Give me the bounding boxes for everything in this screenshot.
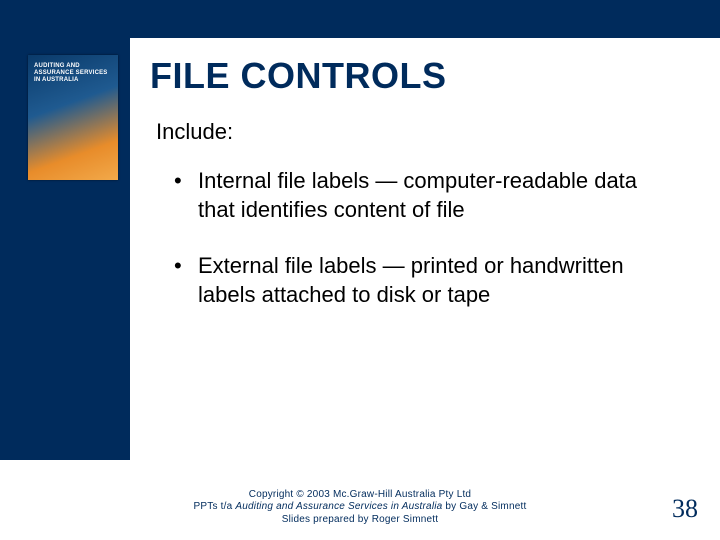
slide: AUDITING AND ASSURANCE SERVICES IN AUSTR… xyxy=(0,0,720,540)
footer-text: PPTs t/a xyxy=(194,501,236,512)
footer-text: by Gay & Simnett xyxy=(442,501,526,512)
footer-text: 2003 Mc.Graw-Hill Australia Pty Ltd xyxy=(304,489,471,500)
copyright-icon: © xyxy=(296,489,304,500)
footer-text: Slides prepared by Roger Simnett xyxy=(0,514,720,527)
intro-text: Include: xyxy=(156,119,680,145)
footer-text: Copyright xyxy=(249,489,297,500)
copyright-footer: Copyright © 2003 Mc.Graw-Hill Australia … xyxy=(0,489,720,527)
bullet-item: Internal file labels — computer-readable… xyxy=(174,167,680,252)
content-area: FILE CONTROLS Include: Internal file lab… xyxy=(150,55,680,337)
book-cover-title: AUDITING AND ASSURANCE SERVICES IN AUSTR… xyxy=(28,55,118,85)
book-cover-image: AUDITING AND ASSURANCE SERVICES IN AUSTR… xyxy=(28,55,118,180)
page-number: 38 xyxy=(672,494,698,524)
bullet-item: External file labels — printed or handwr… xyxy=(174,252,680,337)
footer-book-title: Auditing and Assurance Services in Austr… xyxy=(235,501,442,512)
slide-title: FILE CONTROLS xyxy=(150,55,680,97)
bullet-list: Internal file labels — computer-readable… xyxy=(150,167,680,337)
